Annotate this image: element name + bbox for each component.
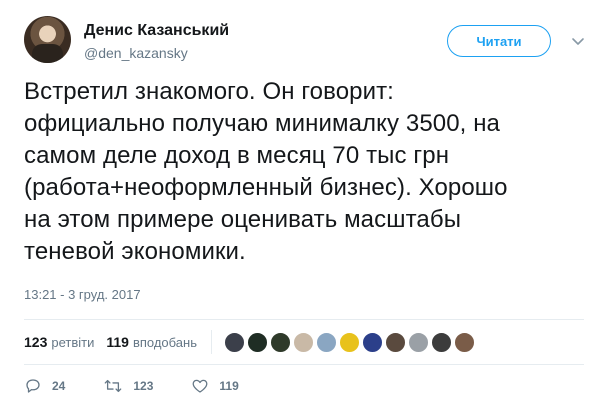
liker-avatar-10[interactable] xyxy=(431,331,452,353)
likes-label: вподобань xyxy=(132,334,197,350)
liker-avatar-6[interactable] xyxy=(339,331,360,353)
divider-bottom xyxy=(24,364,584,365)
author-handle[interactable]: @den_kazansky xyxy=(84,45,188,61)
tweet-text: Встретил знакомого. Он говорит: официаль… xyxy=(24,78,508,265)
retweet-count: 123 xyxy=(133,379,154,393)
follow-button[interactable]: Читати xyxy=(447,25,551,57)
like-action[interactable]: 119 xyxy=(191,377,239,395)
likes-stat[interactable]: 119 вподобань xyxy=(106,334,197,350)
reply-action[interactable]: 24 xyxy=(24,377,65,395)
liker-avatar-11[interactable] xyxy=(454,331,475,353)
retweet-icon xyxy=(105,379,122,393)
reply-icon xyxy=(26,379,40,393)
heart-icon xyxy=(193,379,208,393)
liker-avatar-8[interactable] xyxy=(385,331,406,353)
liker-avatar-4[interactable] xyxy=(293,331,314,353)
tweet-header: Денис Казанський @den_kazansky Читати xyxy=(24,14,594,64)
author-name[interactable]: Денис Казанський xyxy=(84,22,229,40)
like-count: 119 xyxy=(219,379,239,393)
liker-avatar-5[interactable] xyxy=(316,331,337,353)
stats-separator xyxy=(211,330,212,354)
retweet-action[interactable]: 123 xyxy=(103,377,153,395)
tweet-actions: 24 123 119 xyxy=(24,374,277,398)
likes-count: 119 xyxy=(106,334,129,350)
reply-count: 24 xyxy=(52,379,66,393)
liker-avatar-2[interactable] xyxy=(247,331,268,353)
author-avatar[interactable] xyxy=(24,16,71,63)
liker-avatar-9[interactable] xyxy=(408,331,429,353)
retweets-stat[interactable]: 123 ретвіти xyxy=(24,334,94,350)
liker-avatar-7[interactable] xyxy=(362,331,383,353)
retweets-label: ретвіти xyxy=(51,334,95,350)
tweet-timestamp[interactable]: 13:21 - 3 груд. 2017 xyxy=(24,287,141,302)
liker-avatar-1[interactable] xyxy=(224,331,245,353)
liker-avatars xyxy=(224,331,477,353)
divider-top xyxy=(24,319,584,320)
chevron-down-icon[interactable] xyxy=(568,31,588,51)
liker-avatar-3[interactable] xyxy=(270,331,291,353)
tweet-stats: 123 ретвіти 119 вподобань xyxy=(24,324,584,360)
retweets-count: 123 xyxy=(24,334,48,350)
